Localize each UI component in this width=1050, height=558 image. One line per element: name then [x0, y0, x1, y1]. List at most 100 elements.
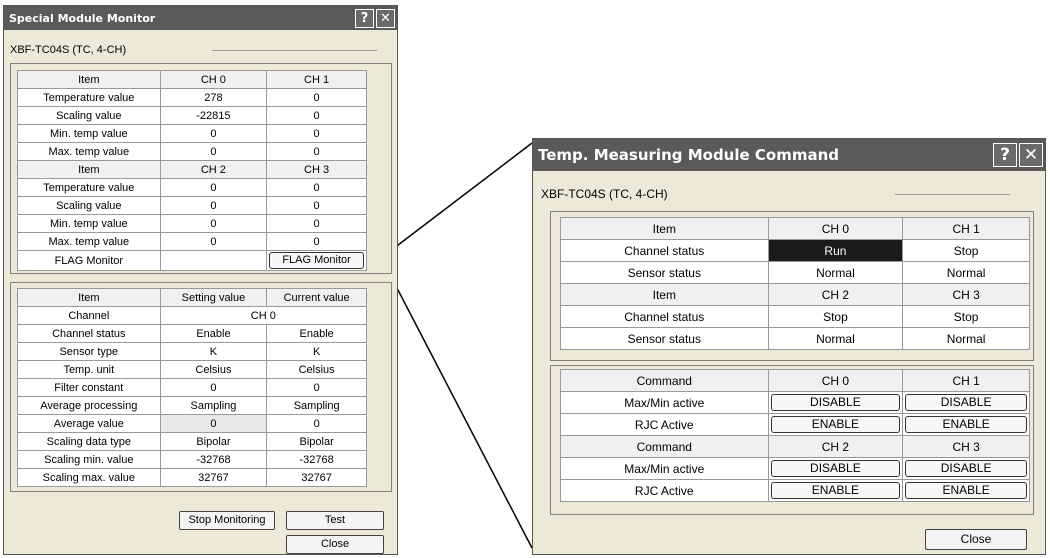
table-row: Scaling value -22815 0 — [17, 106, 367, 125]
cell-value: CH 3 — [266, 160, 367, 179]
command-toggle-button[interactable]: DISABLE — [905, 394, 1027, 411]
command-title: Temp. Measuring Module Command — [538, 146, 840, 164]
cell-value: K — [159, 342, 268, 361]
table-row: Scaling value 0 0 — [17, 196, 367, 215]
monitor-title: Special Module Monitor — [9, 11, 156, 25]
cell-value — [159, 250, 268, 271]
close-icon[interactable]: ✕ — [376, 8, 395, 28]
table-row: Channel status Stop Stop — [560, 305, 1030, 328]
command-control-table: Command CH 0 CH 1 Max/Min active DISABLE DISA… — [560, 369, 1030, 502]
row-label: RJC Active — [560, 479, 769, 502]
command-window: Temp. Measuring Module Command ? ✕ XBF-T… — [532, 138, 1046, 555]
table-header-row: Command CH 0 CH 1 — [560, 369, 1030, 392]
cell-value: CH 0 — [767, 369, 904, 392]
monitor-settings-table: Item Setting value Current value Channel CH … — [17, 288, 368, 487]
cell-value: 0 — [266, 196, 367, 215]
cell-value[interactable]: ENABLE — [767, 479, 904, 502]
table-row: Temperature value 278 0 — [17, 88, 367, 107]
cell-value: 0 — [159, 414, 268, 433]
cell-value: 0 — [266, 378, 367, 397]
cell-value: CH 1 — [902, 369, 1030, 392]
cell-value: Normal — [902, 327, 1030, 350]
cell-value: 32767 — [159, 468, 268, 487]
cell-value[interactable]: DISABLE — [902, 391, 1030, 414]
table-row: Average processing Sampling Sampling — [17, 396, 367, 415]
cell-value[interactable]: DISABLE — [902, 457, 1030, 480]
cell-value: 0 — [266, 142, 367, 161]
row-label: Item — [560, 283, 769, 306]
command-toggle-button[interactable]: ENABLE — [770, 482, 901, 499]
cell-value[interactable]: ENABLE — [767, 413, 904, 436]
cell-value: CH 0 — [159, 70, 268, 89]
column-header: Item — [17, 288, 161, 307]
table-row: Max/Min active DISABLE DISABLE — [560, 457, 1030, 480]
table-row: Sensor status Normal Normal — [560, 327, 1030, 350]
cell-value: CH 3 — [902, 435, 1030, 458]
cell-value: Stop — [902, 239, 1030, 262]
stop-monitoring-button[interactable]: Stop Monitoring — [179, 511, 275, 530]
cell-value: Normal — [902, 261, 1030, 284]
table-row: Scaling max. value 32767 32767 — [17, 468, 367, 487]
test-button[interactable]: Test — [286, 511, 384, 530]
cell-value: Sampling — [266, 396, 367, 415]
cell-value[interactable]: ENABLE — [902, 413, 1030, 436]
cell-value: CH 0 — [767, 217, 904, 240]
row-label: Scaling value — [17, 106, 161, 125]
command-toggle-button[interactable]: DISABLE — [770, 394, 901, 411]
command-titlebar: Temp. Measuring Module Command ? ✕ — [533, 139, 1045, 171]
row-label: Scaling max. value — [17, 468, 161, 487]
cell-value[interactable]: DISABLE — [767, 391, 904, 414]
cell-value: Normal — [767, 327, 904, 350]
command-toggle-button[interactable]: ENABLE — [905, 416, 1027, 433]
module-name: XBF-TC04S (TC, 4-CH) — [541, 187, 668, 201]
cell-value: 0 — [159, 178, 268, 197]
cell-value: CH 3 — [902, 283, 1030, 306]
channel-row: Channel CH 0 — [17, 306, 368, 325]
command-toggle-button[interactable]: ENABLE — [770, 416, 901, 433]
table-row: Min. temp value 0 0 — [17, 124, 367, 143]
close-icon[interactable]: ✕ — [1019, 143, 1043, 167]
column-header: Setting value — [159, 288, 268, 307]
cell-value: CH 2 — [767, 283, 904, 306]
command-close-button[interactable]: Close — [925, 529, 1027, 550]
table-header-row: Item CH 0 CH 1 — [17, 70, 367, 89]
table-row: Filter constant 0 0 — [17, 378, 367, 397]
cell-value: Bipolar — [159, 432, 268, 451]
row-label: Item — [17, 70, 161, 89]
cell-value[interactable]: DISABLE — [767, 457, 904, 480]
row-label: Scaling data type — [17, 432, 161, 451]
table-row: Sensor type K K — [17, 342, 367, 361]
command-toggle-button[interactable]: ENABLE — [905, 482, 1027, 499]
command-module-label: XBF-TC04S (TC, 4-CH) — [541, 187, 1010, 201]
row-label: Max. temp value — [17, 232, 161, 251]
command-toggle-button[interactable]: DISABLE — [770, 460, 901, 477]
cell-value: 0 — [266, 232, 367, 251]
cell-value: Run — [767, 239, 904, 262]
cell-value: 0 — [266, 178, 367, 197]
row-label: Command — [560, 435, 769, 458]
cell-value: Sampling — [159, 396, 268, 415]
table-row: Min. temp value 0 0 — [17, 214, 367, 233]
help-icon[interactable]: ? — [993, 143, 1017, 167]
monitor-titlebar: Special Module Monitor ? ✕ — [4, 6, 397, 30]
row-label: Scaling min. value — [17, 450, 161, 469]
flag-monitor-button[interactable]: FLAG Monitor — [269, 252, 364, 269]
row-label: Channel status — [17, 324, 161, 343]
table-row: Max/Min active DISABLE DISABLE — [560, 391, 1030, 414]
table-header-row: Item CH 2 CH 3 — [17, 160, 367, 179]
row-label: Temp. unit — [17, 360, 161, 379]
row-label: Max/Min active — [560, 391, 769, 414]
table-row: Scaling data type Bipolar Bipolar — [17, 432, 367, 451]
row-label: RJC Active — [560, 413, 769, 436]
channel-value: CH 0 — [159, 306, 368, 325]
help-icon[interactable]: ? — [355, 8, 374, 28]
table-row: Average value 0 0 — [17, 414, 367, 433]
command-toggle-button[interactable]: DISABLE — [905, 460, 1027, 477]
cell-value: Normal — [767, 261, 904, 284]
row-label: Average processing — [17, 396, 161, 415]
cell-value: K — [266, 342, 367, 361]
monitor-close-button[interactable]: Close — [286, 535, 384, 554]
cell-value: 0 — [266, 214, 367, 233]
cell-value[interactable]: ENABLE — [902, 479, 1030, 502]
cell-value: 0 — [159, 124, 268, 143]
